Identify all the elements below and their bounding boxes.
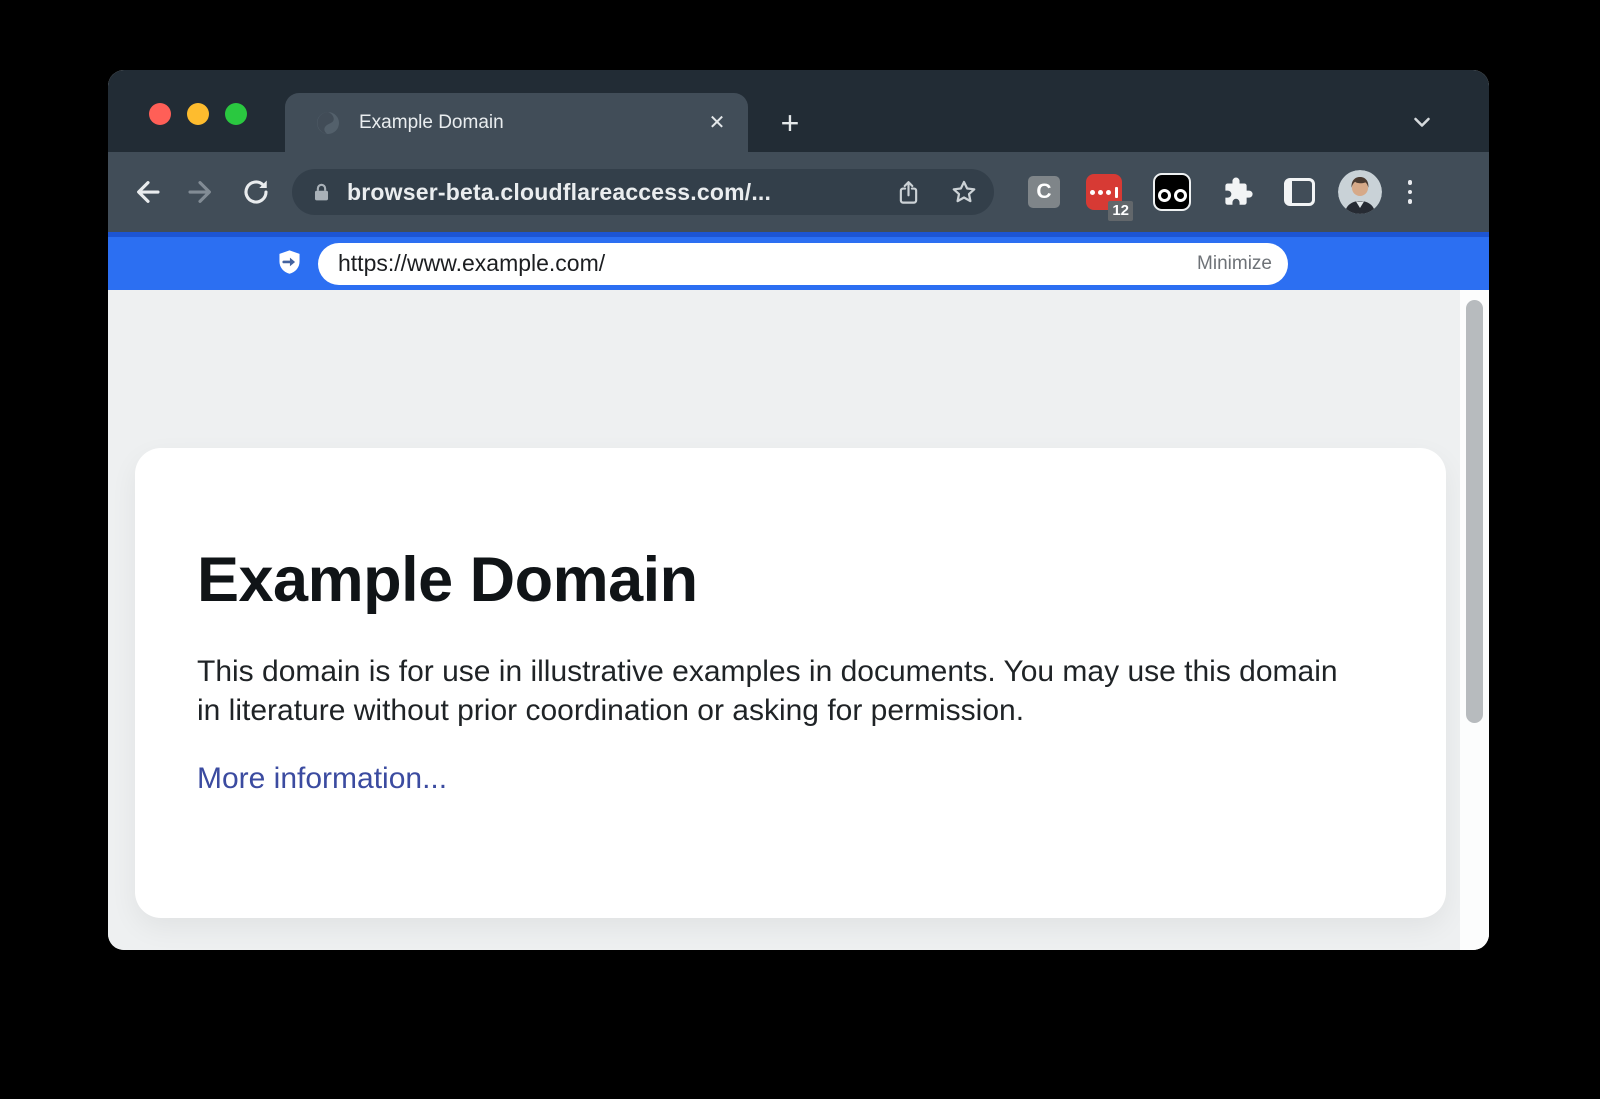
browser-toolbar: browser-beta.cloudflareaccess.com/... C xyxy=(108,152,1489,232)
page-paragraph: This domain is for use in illustrative e… xyxy=(197,652,1352,730)
page-title: Example Domain xyxy=(197,544,1384,616)
close-window-button[interactable] xyxy=(149,103,171,125)
extension-c-label: C xyxy=(1036,180,1051,204)
example-domain-card: Example Domain This domain is for use in… xyxy=(135,448,1446,918)
share-icon[interactable] xyxy=(895,179,922,206)
page-viewport: Example Domain This domain is for use in… xyxy=(108,290,1489,950)
extension-password-icon[interactable]: 12 xyxy=(1086,174,1122,210)
scrollbar-track[interactable] xyxy=(1460,290,1489,950)
back-button[interactable] xyxy=(128,172,168,212)
address-bar[interactable]: browser-beta.cloudflareaccess.com/... xyxy=(292,169,994,215)
tab-example-domain[interactable]: Example Domain ✕ xyxy=(285,93,748,152)
reload-button[interactable] xyxy=(236,172,276,212)
isolated-url-pill: Minimize xyxy=(318,243,1288,285)
globe-icon xyxy=(315,110,341,136)
tab-title: Example Domain xyxy=(359,112,704,134)
browser-window: Example Domain ✕ + xyxy=(108,70,1489,950)
three-dots-menu-icon[interactable] xyxy=(1399,172,1421,212)
extension-badge: 12 xyxy=(1108,201,1133,221)
password-dots-icon xyxy=(1090,187,1118,198)
side-panel-icon[interactable] xyxy=(1284,178,1315,206)
address-bar-url: browser-beta.cloudflareaccess.com/... xyxy=(347,179,895,206)
circle-icon xyxy=(1174,189,1187,202)
circle-icon xyxy=(1158,189,1171,202)
extensions-puzzle-icon[interactable] xyxy=(1220,175,1254,209)
more-information-link[interactable]: More information... xyxy=(197,762,447,796)
minimize-button[interactable]: Minimize xyxy=(1197,253,1272,275)
isolation-bar: Minimize xyxy=(108,232,1489,290)
isolated-url-input[interactable] xyxy=(336,249,1185,278)
new-tab-button[interactable]: + xyxy=(772,105,808,141)
bookmark-star-icon[interactable] xyxy=(950,178,978,206)
zoom-window-button[interactable] xyxy=(225,103,247,125)
extension-c-icon[interactable]: C xyxy=(1028,176,1060,208)
close-tab-icon[interactable]: ✕ xyxy=(704,110,730,135)
extension-circles-icon[interactable] xyxy=(1153,173,1191,211)
tab-strip: Example Domain ✕ + xyxy=(108,70,1489,152)
lock-icon[interactable] xyxy=(310,181,333,204)
minimize-window-button[interactable] xyxy=(187,103,209,125)
chevron-down-icon[interactable] xyxy=(1410,110,1434,134)
scrollbar-thumb[interactable] xyxy=(1466,300,1483,723)
profile-avatar[interactable] xyxy=(1338,170,1382,214)
forward-button[interactable] xyxy=(180,172,220,212)
shield-arrow-icon xyxy=(276,249,303,278)
window-controls xyxy=(149,103,247,125)
